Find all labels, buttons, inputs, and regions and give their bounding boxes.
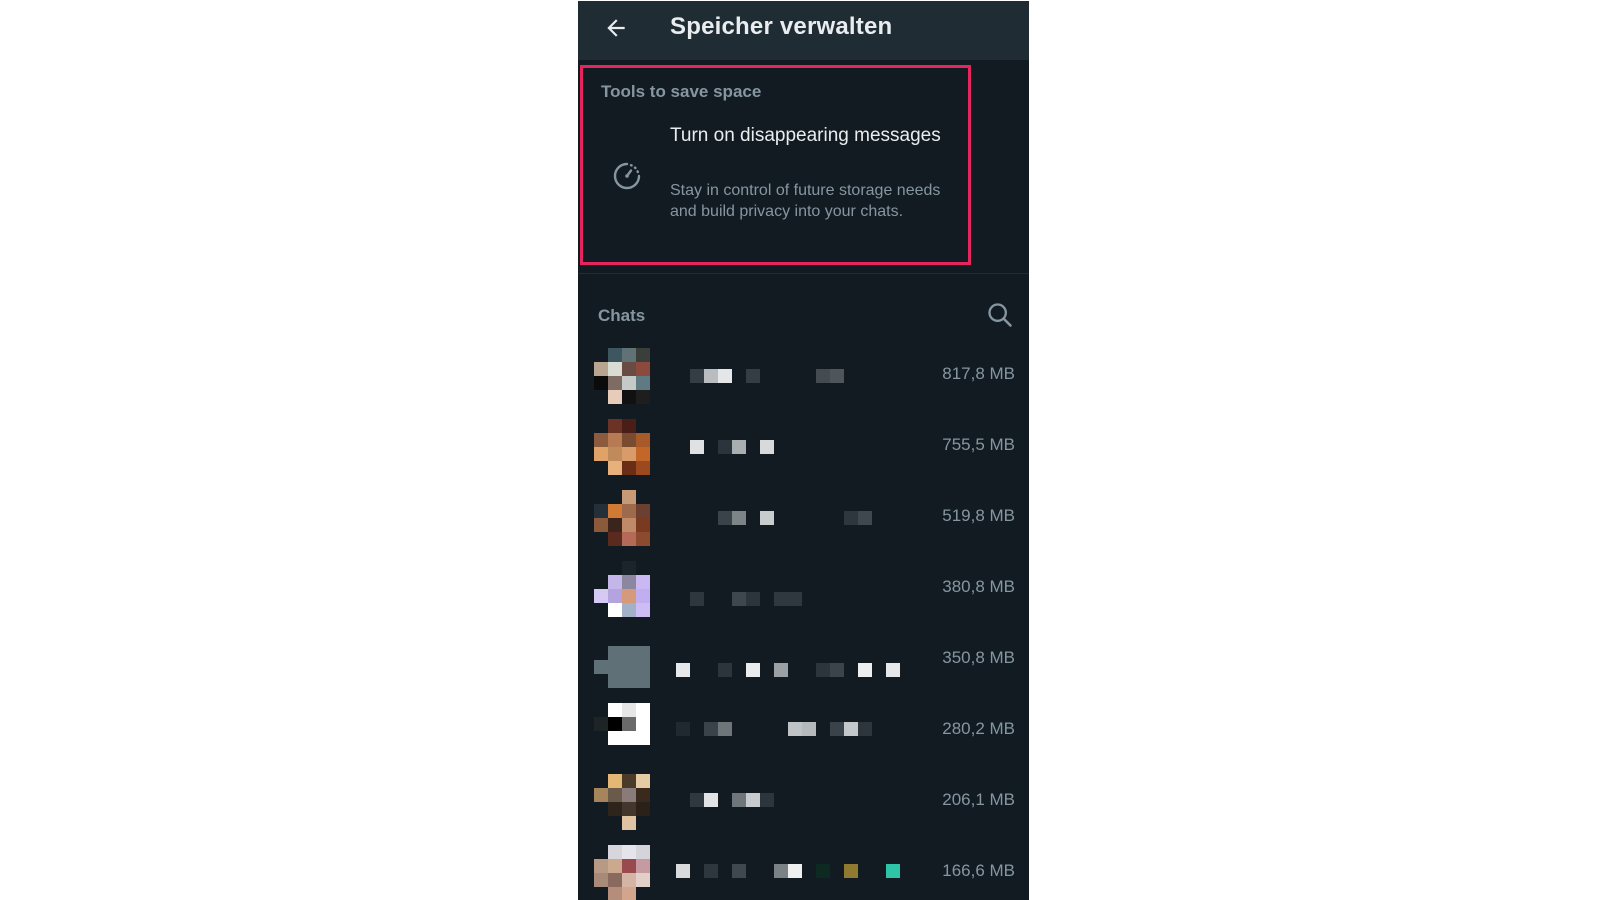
chats-section-label: Chats <box>598 306 646 325</box>
chat-name-blurred <box>676 767 916 838</box>
chat-name-blurred <box>676 341 916 412</box>
chat-row[interactable]: 166,6 MB <box>578 838 1029 900</box>
chat-size: 380,8 MB <box>942 577 1015 596</box>
chat-row[interactable]: 206,1 MB <box>578 767 1029 838</box>
disappearing-messages-description: Stay in control of future storage needs … <box>670 182 941 220</box>
arrow-left-icon <box>607 19 625 37</box>
chat-size: 206,1 MB <box>942 790 1015 809</box>
chat-row[interactable]: 350,8 MB <box>578 625 1029 696</box>
chat-row[interactable]: 519,8 MB <box>578 483 1029 554</box>
chat-size: 350,8 MB <box>942 648 1015 667</box>
chat-size: 519,8 MB <box>942 506 1015 525</box>
tools-section-label: Tools to save space <box>601 82 762 101</box>
avatar-pixelated <box>594 561 650 617</box>
chat-name-blurred <box>676 696 916 767</box>
phone-screen: Speicher verwalten Tools to save space T… <box>578 1 1029 900</box>
chat-size: 280,2 MB <box>942 719 1015 738</box>
avatar-pixelated <box>594 774 650 830</box>
page-title: Speicher verwalten <box>670 13 893 40</box>
chat-name-blurred <box>676 838 916 900</box>
avatar-pixelated <box>594 490 650 546</box>
avatar-pixelated <box>594 703 650 759</box>
tools-section-highlight: Tools to save space Turn on disappearing… <box>580 65 971 265</box>
avatar-pixelated <box>594 845 650 900</box>
avatar-pixelated <box>594 419 650 475</box>
chat-row[interactable]: 380,8 MB <box>578 554 1029 625</box>
chat-row[interactable]: 817,8 MB <box>578 341 1029 412</box>
disappearing-messages-item[interactable]: Turn on disappearing messages Stay in co… <box>583 118 968 258</box>
avatar-pixelated <box>594 632 650 688</box>
search-icon[interactable] <box>986 301 1014 329</box>
disappearing-messages-title: Turn on disappearing messages <box>670 125 941 146</box>
app-bar: Speicher verwalten <box>578 1 1029 60</box>
chat-row[interactable]: 755,5 MB <box>578 412 1029 483</box>
back-button[interactable] <box>600 12 632 44</box>
chat-name-blurred <box>676 483 916 554</box>
section-divider <box>578 273 1029 274</box>
chat-size: 166,6 MB <box>942 861 1015 880</box>
chat-size: 817,8 MB <box>942 364 1015 383</box>
chat-row[interactable]: 280,2 MB <box>578 696 1029 767</box>
disappearing-timer-icon <box>613 162 641 190</box>
chat-list: 817,8 MB 755,5 MB 519,8 MB 380,8 MB 350,… <box>578 341 1029 900</box>
chat-name-blurred <box>676 554 916 625</box>
chat-size: 755,5 MB <box>942 435 1015 454</box>
chat-name-blurred <box>676 625 916 696</box>
chat-name-blurred <box>676 412 916 483</box>
avatar-pixelated <box>594 348 650 404</box>
